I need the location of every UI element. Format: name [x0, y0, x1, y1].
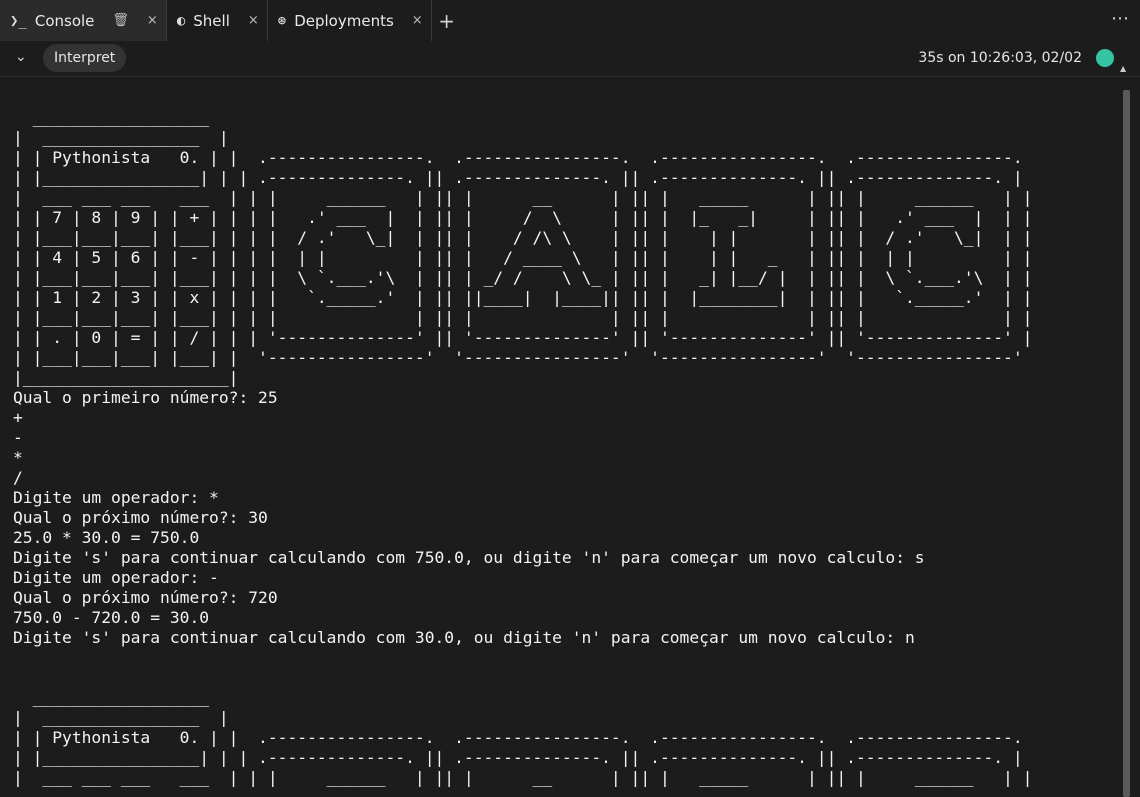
tab-label: Shell [193, 11, 230, 30]
close-icon[interactable]: × [412, 13, 423, 28]
more-options-icon[interactable]: ⋯ [1111, 8, 1130, 29]
scroll-up-arrow-icon[interactable]: ▲ [1120, 64, 1126, 73]
tab-label: Deployments [294, 11, 394, 30]
interpret-button[interactable]: Interpret [43, 44, 127, 72]
close-icon[interactable]: × [248, 13, 259, 28]
close-icon[interactable]: × [147, 13, 158, 28]
tab-shell[interactable]: ◐ Shell × [167, 0, 268, 41]
shell-icon: ◐ [176, 12, 186, 29]
deployments-icon: ⊛ [277, 12, 287, 29]
chevron-down-icon[interactable]: ⌄ [15, 49, 27, 65]
tab-console[interactable]: ❯_ Console 🗑 × [0, 0, 167, 41]
tab-bar: ❯_ Console 🗑 × ◐ Shell × ⊛ Deployments × + ⋯ [0, 0, 1140, 42]
trash-icon[interactable]: 🗑 [112, 13, 129, 28]
console-output: __________________ | ________________ | … [13, 108, 1113, 797]
console-toolbar: ⌄ Interpret 35s on 10:26:03, 02/02 [0, 41, 1140, 77]
status-dot-icon [1096, 49, 1114, 67]
tab-deployments[interactable]: ⊛ Deployments × [268, 0, 432, 41]
terminal-icon: ❯_ [10, 12, 27, 29]
scrollbar-thumb[interactable] [1123, 90, 1130, 797]
tab-label: Console [34, 11, 95, 30]
console-text: __________________ | ________________ | … [13, 108, 1033, 787]
run-status-text: 35s on 10:26:03, 02/02 [918, 50, 1082, 66]
add-tab-button[interactable]: + [432, 0, 462, 41]
